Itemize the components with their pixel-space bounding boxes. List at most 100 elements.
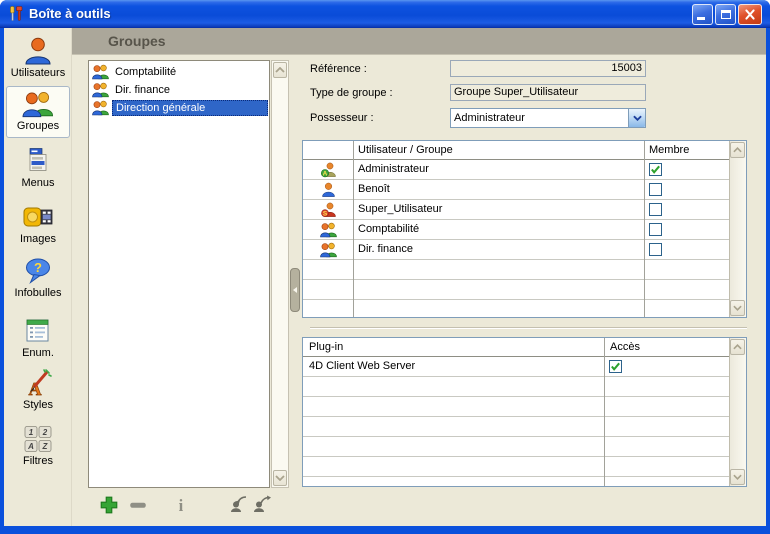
member-name: Comptabilité: [358, 220, 419, 239]
letter-brush-icon: A: [22, 368, 54, 398]
access-checkbox[interactable]: [609, 360, 622, 373]
list-item[interactable]: Comptabilité: [89, 63, 269, 81]
column-header-member: Membre: [649, 144, 689, 156]
sidebar: Utilisateurs Groupes: [4, 28, 72, 526]
info-button[interactable]: i: [171, 495, 191, 515]
member-checkbox[interactable]: [649, 243, 662, 256]
collapse-left-icon: [293, 287, 297, 293]
load-users-button[interactable]: [229, 495, 249, 515]
plus-icon: [99, 495, 119, 515]
titlebar[interactable]: Boîte à outils: [0, 0, 770, 28]
sidebar-item-label: Styles: [23, 399, 53, 411]
group-name: Comptabilité: [112, 65, 179, 79]
scroll-down-button[interactable]: [730, 469, 745, 485]
user-export-icon: [252, 495, 272, 513]
combo-dropdown-button[interactable]: [628, 109, 645, 127]
scroll-up-button[interactable]: [730, 339, 745, 355]
window-body: Groupes Utilisateurs Groupes: [4, 28, 766, 526]
member-name: Super_Utilisateur: [358, 200, 442, 219]
page-header: Groupes: [72, 28, 766, 55]
member-checkbox[interactable]: [649, 203, 662, 216]
scroll-down-button[interactable]: [730, 300, 745, 316]
add-group-button[interactable]: [99, 495, 119, 515]
sidebar-item-label: Utilisateurs: [11, 67, 65, 79]
svg-text:A: A: [27, 442, 34, 451]
chevron-down-icon: [633, 115, 642, 121]
svg-text:A: A: [322, 171, 327, 178]
sidebar-item-label: Menus: [21, 177, 54, 189]
close-icon: [739, 5, 761, 24]
user-icon: [320, 182, 337, 198]
owner-select[interactable]: Administrateur: [450, 108, 646, 128]
sidebar-item-label: Enum.: [22, 347, 54, 359]
list-item-selected[interactable]: Direction générale: [89, 99, 269, 117]
column-header-access: Accès: [610, 341, 640, 353]
check-icon: [610, 361, 621, 372]
reference-label: Référence :: [310, 63, 367, 75]
member-name: Dir. finance: [358, 240, 413, 259]
menus-icon: [22, 146, 54, 176]
members-table: Utilisateur / Groupe Membre A Administra…: [302, 140, 747, 318]
group-icon: [320, 242, 337, 258]
sidebar-item-images[interactable]: Images: [6, 200, 70, 245]
save-users-button[interactable]: [252, 495, 272, 515]
table-row[interactable]: Dir. finance: [303, 240, 729, 260]
sidebar-item-menus[interactable]: Menus: [6, 144, 70, 189]
sidebar-item-infobulles[interactable]: ? Infobulles: [6, 254, 70, 299]
table-row[interactable]: A Administrateur: [303, 160, 729, 180]
keycaps-icon: 1 2 A Z: [22, 424, 54, 454]
sidebar-item-enum[interactable]: Enum.: [6, 314, 70, 359]
toolbox-window: Boîte à outils Groupes Utilisateur: [0, 0, 770, 534]
sidebar-item-label: Infobulles: [14, 287, 61, 299]
table-row[interactable]: S Super_Utilisateur: [303, 200, 729, 220]
member-name: Benoît: [358, 180, 390, 199]
owner-label: Possesseur :: [310, 112, 374, 124]
table-row[interactable]: Comptabilité: [303, 220, 729, 240]
chevron-up-icon: [733, 147, 742, 153]
plugins-table-header: Plug-in Accès: [303, 338, 729, 357]
chevron-down-icon: [733, 305, 742, 311]
film-icon: [22, 202, 54, 232]
tooltip-question-icon: ?: [22, 256, 54, 286]
sidebar-item-groupes[interactable]: Groupes: [6, 86, 70, 138]
svg-text:i: i: [179, 496, 184, 515]
sidebar-item-styles[interactable]: A Styles: [6, 366, 70, 411]
sidebar-item-label: Images: [20, 233, 56, 245]
member-checkbox[interactable]: [649, 183, 662, 196]
table-row[interactable]: 4D Client Web Server: [303, 357, 729, 377]
chevron-up-icon: [733, 344, 742, 350]
column-header-plugin: Plug-in: [309, 341, 343, 353]
member-checkbox[interactable]: [649, 223, 662, 236]
panel-splitter[interactable]: [290, 268, 300, 312]
groups-icon: [22, 89, 54, 119]
user-import-icon: [229, 495, 249, 513]
list-item[interactable]: Dir. finance: [89, 81, 269, 99]
sidebar-item-utilisateurs[interactable]: Utilisateurs: [6, 34, 70, 79]
members-table-scrollbar: [729, 141, 746, 317]
group-icon: [92, 100, 109, 116]
scroll-down-button[interactable]: [273, 470, 287, 486]
svg-text:S: S: [322, 211, 327, 218]
scroll-up-button[interactable]: [730, 142, 745, 158]
maximize-button[interactable]: [715, 4, 736, 25]
scroll-up-button[interactable]: [273, 62, 287, 78]
member-checkbox[interactable]: [649, 163, 662, 176]
maximize-icon: [721, 10, 731, 19]
toolbox-icon: [7, 5, 25, 23]
chevron-down-icon: [733, 474, 742, 480]
minimize-button[interactable]: [692, 4, 713, 25]
group-name: Dir. finance: [112, 83, 173, 97]
remove-group-button[interactable]: [128, 495, 148, 515]
table-row[interactable]: Benoît: [303, 180, 729, 200]
minimize-icon: [697, 17, 705, 20]
svg-text:?: ?: [34, 260, 42, 275]
sidebar-item-filtres[interactable]: 1 2 A Z Filtres: [6, 422, 70, 467]
svg-text:2: 2: [42, 428, 48, 437]
group-list[interactable]: Comptabilité Dir. finance Direct: [88, 60, 270, 488]
plugins-table: Plug-in Accès 4D Client Web Server: [302, 337, 747, 487]
close-button[interactable]: [738, 4, 762, 25]
sidebar-item-label: Groupes: [17, 120, 59, 132]
superuser-icon: S: [320, 202, 337, 218]
members-table-body: A Administrateur Benoît: [303, 160, 729, 317]
info-icon: i: [171, 495, 191, 515]
